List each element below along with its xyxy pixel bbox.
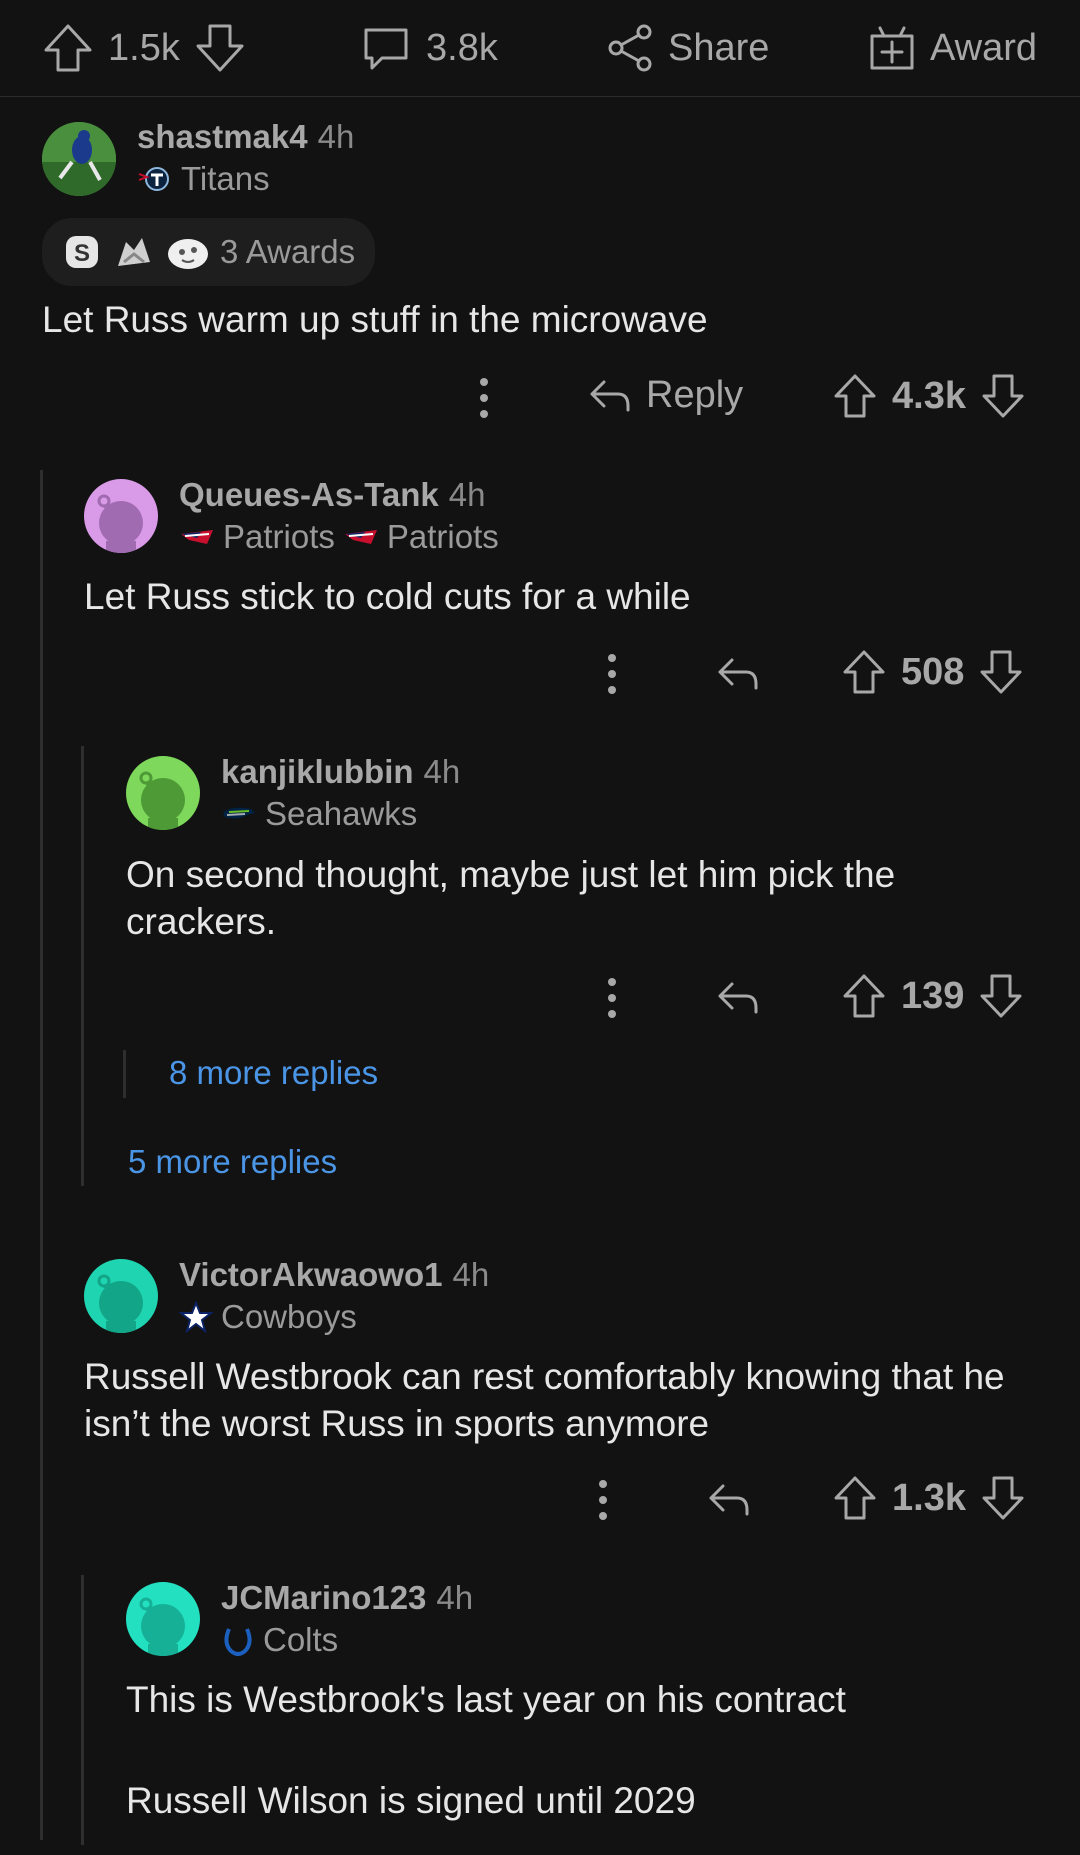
vote-count: 508 <box>901 650 965 693</box>
comments-button[interactable]: 3.8k <box>358 0 498 96</box>
comment-meta: kanjiklubbin 4h <box>221 753 460 791</box>
thread-line-level2[interactable] <box>81 746 84 1186</box>
username[interactable]: JCMarino123 <box>221 1579 426 1617</box>
flair-text: Titans <box>181 160 270 197</box>
share-label: Share <box>668 26 770 69</box>
comment-actions: 508 <box>0 644 1080 704</box>
patriots-logo-icon <box>343 526 379 548</box>
avatar[interactable] <box>126 1582 200 1656</box>
comment-body: Let Russ warm up stuff in the microwave <box>42 299 708 340</box>
silver-award-icon: S <box>62 232 102 272</box>
user-flair: Titans <box>137 160 270 198</box>
username[interactable]: shastmak4 <box>137 118 308 156</box>
comment-bubble-icon <box>358 20 414 76</box>
comment-actions: 1.3k <box>0 1470 1080 1530</box>
share-button[interactable]: Share <box>604 0 769 96</box>
comment-body: Let Russ stick to cold cuts for a while <box>84 576 691 617</box>
vote-group: 139 <box>841 972 1024 1020</box>
reply-arrow-icon[interactable] <box>707 1480 751 1520</box>
post-upvote-count: 1.5k <box>108 26 180 69</box>
comment-meta: shastmak4 4h <box>137 118 354 156</box>
patriots-logo-icon <box>179 526 215 548</box>
downvote-icon[interactable] <box>980 372 1026 420</box>
user-flair: Seahawks <box>221 795 417 833</box>
user-flair: Cowboys <box>179 1298 357 1336</box>
downvote-icon[interactable] <box>978 648 1024 696</box>
timestamp: 4h <box>423 753 461 790</box>
more-replies-link[interactable]: 5 more replies <box>128 1143 337 1181</box>
avatar[interactable] <box>84 1259 158 1333</box>
comment-body: Russell Westbrook can rest comfortably k… <box>84 1356 1005 1444</box>
avatar[interactable] <box>84 479 158 553</box>
upvote-icon[interactable] <box>832 372 878 420</box>
flair-text: Patriots <box>223 518 335 555</box>
comment-meta: VictorAkwaowo1 4h <box>179 1256 489 1294</box>
vote-count: 139 <box>901 974 965 1017</box>
downvote-icon[interactable] <box>192 20 248 76</box>
award-button[interactable]: Award <box>866 0 1037 96</box>
comment-body-paragraph: This is Westbrook's last year on his con… <box>126 1679 846 1720</box>
reply-arrow-icon[interactable] <box>716 978 760 1018</box>
awards-pill[interactable]: S 3 Awards <box>42 218 376 286</box>
timestamp: 4h <box>317 118 355 155</box>
reply-button[interactable]: Reply <box>588 374 743 417</box>
downvote-icon[interactable] <box>978 972 1024 1020</box>
seahawks-logo-icon <box>221 803 257 825</box>
comment-body: On second thought, maybe just let him pi… <box>126 854 896 942</box>
reply-label: Reply <box>646 374 744 416</box>
avatar[interactable] <box>42 122 116 196</box>
share-icon <box>604 22 656 74</box>
upvote-icon[interactable] <box>841 972 887 1020</box>
face-award-icon <box>166 232 210 272</box>
reply-arrow-icon[interactable] <box>716 654 760 694</box>
comment-meta: JCMarino123 4h <box>221 1579 473 1617</box>
thread-line-level3[interactable] <box>123 1050 126 1098</box>
avatar[interactable] <box>126 756 200 830</box>
post-action-bar: 1.5k 3.8k Share Award <box>0 0 1080 97</box>
titans-logo-icon <box>137 166 173 192</box>
more-options-icon[interactable] <box>589 1478 617 1522</box>
upvote-icon[interactable] <box>841 648 887 696</box>
vote-count: 1.3k <box>892 1476 966 1519</box>
flair-text: Seahawks <box>265 795 418 832</box>
flair-text: Patriots <box>386 518 499 555</box>
svg-text:S: S <box>74 240 90 267</box>
username[interactable]: VictorAkwaowo1 <box>179 1256 442 1294</box>
comment-actions: 139 <box>0 968 1080 1028</box>
comment-count: 3.8k <box>426 26 498 69</box>
vote-count: 4.3k <box>892 374 966 417</box>
timestamp: 4h <box>452 1256 490 1293</box>
gift-icon <box>866 22 918 74</box>
timestamp: 4h <box>448 476 486 513</box>
vote-group: 4.3k <box>832 372 1026 420</box>
vote-group: 1.3k <box>832 1474 1026 1522</box>
more-options-icon[interactable] <box>470 376 498 420</box>
flair-text: Cowboys <box>221 1298 357 1335</box>
username[interactable]: Queues-As-Tank <box>179 476 439 514</box>
comment-body-paragraph: Russell Wilson is signed until 2029 <box>126 1780 696 1821</box>
post-vote-group: 1.5k <box>40 0 248 96</box>
upvote-icon[interactable] <box>40 20 96 76</box>
cowboys-star-icon <box>179 1301 213 1333</box>
more-options-icon[interactable] <box>598 652 626 696</box>
thread-line-level2-b[interactable] <box>81 1575 84 1845</box>
vote-group: 508 <box>841 648 1024 696</box>
comment-meta: Queues-As-Tank 4h <box>179 476 486 514</box>
more-replies-link[interactable]: 8 more replies <box>169 1054 378 1092</box>
username[interactable]: kanjiklubbin <box>221 753 414 791</box>
timestamp: 4h <box>436 1579 474 1616</box>
user-flair: Patriots Patriots <box>179 518 499 556</box>
downvote-icon[interactable] <box>980 1474 1026 1522</box>
user-flair: Colts <box>221 1621 338 1659</box>
flair-text: Colts <box>263 1621 339 1658</box>
wholesome-hands-award-icon <box>112 232 156 272</box>
awards-count-label: 3 Awards <box>220 233 356 270</box>
award-label: Award <box>930 26 1038 69</box>
upvote-icon[interactable] <box>832 1474 878 1522</box>
comment-actions: Reply 4.3k <box>0 368 1080 428</box>
more-options-icon[interactable] <box>598 976 626 1020</box>
reply-arrow-icon <box>588 376 632 416</box>
colts-horseshoe-icon <box>221 1623 255 1657</box>
